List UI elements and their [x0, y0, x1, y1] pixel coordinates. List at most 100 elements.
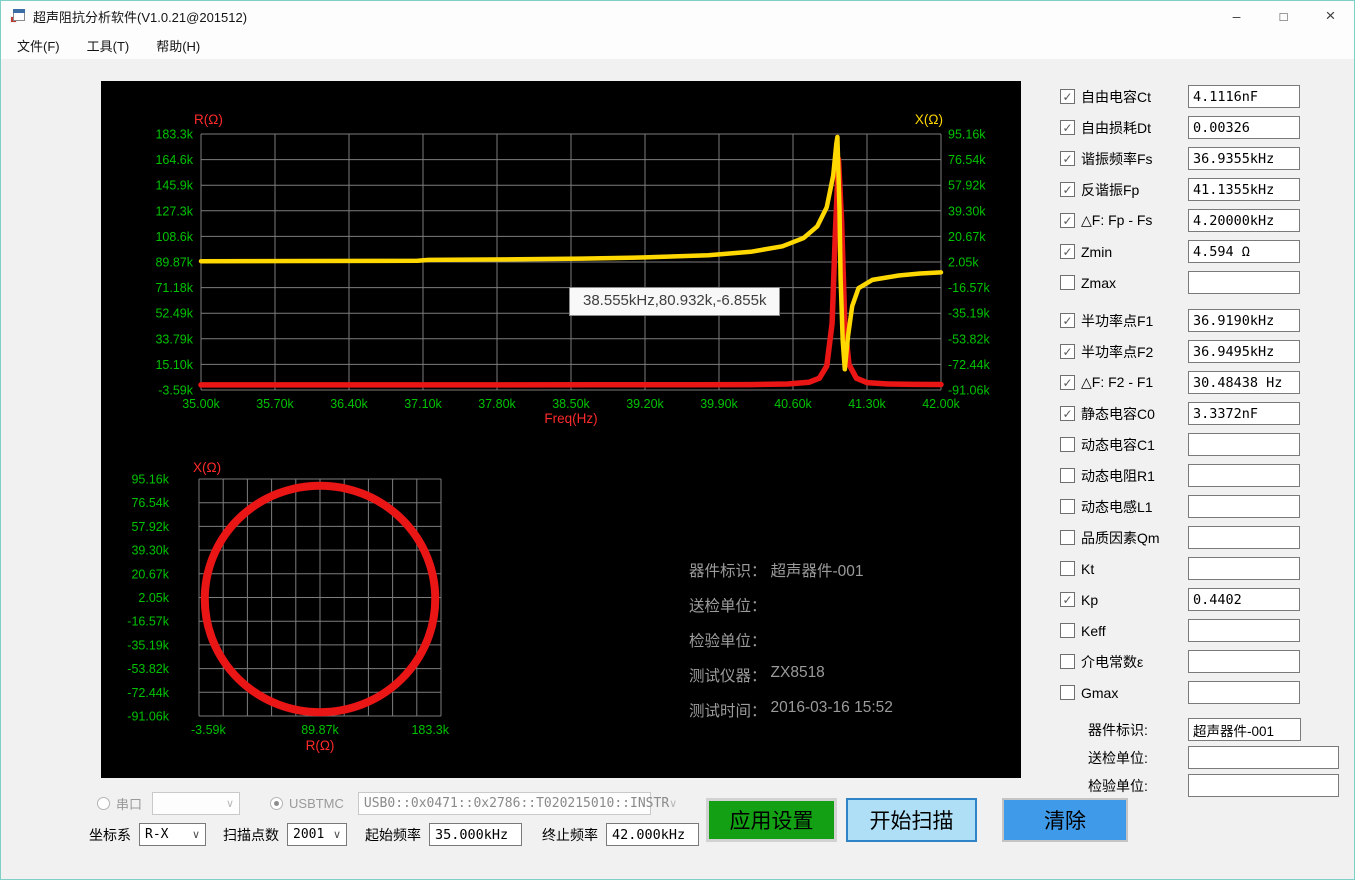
measurement-value-input[interactable]: 4.20000kHz	[1188, 209, 1300, 232]
measurement-checkbox[interactable]: ✓	[1060, 592, 1075, 607]
measurement-checkbox[interactable]: ✓	[1060, 89, 1075, 104]
left-axis-tick: -3.59k	[158, 384, 193, 398]
rx-y-tick: -16.57k	[127, 615, 169, 629]
measurement-row: ✓Kp0.4402	[1047, 584, 1352, 615]
measurement-row: ✓半功率点F136.9190kHz	[1047, 305, 1352, 336]
titlebar: 超声阻抗分析软件(V1.0.21@201512) – □ ×	[1, 1, 1354, 31]
measurement-checkbox[interactable]	[1060, 468, 1075, 483]
measurement-value-input[interactable]: 4.1116nF	[1188, 85, 1300, 108]
id-field-input[interactable]: 超声器件-001	[1188, 718, 1301, 741]
measurement-checkbox[interactable]	[1060, 685, 1075, 700]
usbtmc-address-value: USB0::0x0471::0x2786::T020215010::INSTR	[364, 796, 669, 811]
rx-y-tick: -53.82k	[127, 662, 169, 676]
rx-y-tick: -72.44k	[127, 686, 169, 700]
measurement-label: 自由电容Ct	[1081, 87, 1151, 107]
measurement-value-input[interactable]: 41.1355kHz	[1188, 178, 1300, 201]
left-axis-tick: 71.18k	[155, 281, 193, 295]
serial-port-select[interactable]: ∨	[152, 792, 240, 815]
coordinate-label: 坐标系	[89, 825, 131, 845]
measurement-value-input[interactable]	[1188, 526, 1300, 549]
measurement-label: 静态电容C0	[1081, 404, 1155, 424]
serial-radio[interactable]	[97, 797, 110, 810]
measurement-checkbox[interactable]: ✓	[1060, 313, 1075, 328]
measurement-value-input[interactable]	[1188, 619, 1300, 642]
device-info-line: 器件标识：超声器件-001	[689, 559, 893, 594]
stop-frequency-input[interactable]: 42.000kHz	[606, 823, 699, 846]
measurement-checkbox[interactable]: ✓	[1060, 344, 1075, 359]
start-frequency-input[interactable]: 35.000kHz	[429, 823, 522, 846]
close-button[interactable]: ×	[1307, 1, 1354, 31]
measurement-value-input[interactable]	[1188, 650, 1300, 673]
measurement-checkbox[interactable]	[1060, 499, 1075, 514]
measurement-row: ✓谐振频率Fs36.9355kHz	[1047, 143, 1352, 174]
measurement-value-input[interactable]: 0.4402	[1188, 588, 1300, 611]
measurement-checkbox[interactable]: ✓	[1060, 406, 1075, 421]
measurement-value-input[interactable]: 30.48438 Hz	[1188, 371, 1300, 394]
measurement-checkbox[interactable]	[1060, 530, 1075, 545]
measurement-checkbox[interactable]: ✓	[1060, 244, 1075, 259]
window-title: 超声阻抗分析软件(V1.0.21@201512)	[33, 7, 247, 26]
measurement-row: Gmax	[1047, 677, 1352, 708]
measurement-checkbox[interactable]: ✓	[1060, 120, 1075, 135]
usbtmc-address-select[interactable]: USB0::0x0471::0x2786::T020215010::INSTR …	[358, 792, 651, 815]
start-frequency-label: 起始频率	[365, 825, 421, 845]
measurement-value-input[interactable]	[1188, 557, 1300, 580]
measurement-value-input[interactable]: 0.00326	[1188, 116, 1300, 139]
minimize-button[interactable]: –	[1213, 1, 1260, 31]
measurement-value-input[interactable]	[1188, 433, 1300, 456]
measurement-row: 动态电阻R1	[1047, 460, 1352, 491]
usbtmc-radio[interactable]	[270, 797, 283, 810]
right-axis-tick: -16.57k	[948, 281, 990, 295]
id-field-input[interactable]	[1188, 746, 1339, 769]
id-field-input[interactable]	[1188, 774, 1339, 797]
measurement-checkbox[interactable]	[1060, 437, 1075, 452]
chevron-down-icon: ∨	[192, 828, 200, 841]
id-field-row: 检验单位:	[1047, 772, 1352, 800]
measurement-value-input[interactable]	[1188, 271, 1300, 294]
device-info-line: 送检单位：	[689, 594, 893, 629]
left-axis-tick: 108.6k	[155, 230, 193, 244]
chevron-down-icon: ∨	[333, 828, 341, 841]
measurement-checkbox[interactable]: ✓	[1060, 182, 1075, 197]
measurement-value-input[interactable]	[1188, 681, 1300, 704]
measurement-checkbox[interactable]	[1060, 561, 1075, 576]
measurement-row: 介电常数ε	[1047, 646, 1352, 677]
rx-x-axis-title: R(Ω)	[306, 738, 335, 753]
start-scan-button[interactable]: 开始扫描	[846, 798, 977, 842]
measurement-value-input[interactable]: 4.594 Ω	[1188, 240, 1300, 263]
menubar: 文件(F) 工具(T) 帮助(H)	[1, 31, 1354, 59]
measurement-checkbox[interactable]	[1060, 654, 1075, 669]
measurement-checkbox[interactable]: ✓	[1060, 213, 1075, 228]
measurement-row: ✓自由损耗Dt0.00326	[1047, 112, 1352, 143]
left-axis-tick: 52.49k	[155, 307, 193, 321]
right-axis-tick: 76.54k	[948, 153, 986, 167]
measurement-value-input[interactable]: 36.9495kHz	[1188, 340, 1300, 363]
device-info-line: 测试仪器：ZX8518	[689, 664, 893, 699]
measurement-row: Zmax	[1047, 267, 1352, 298]
measurement-row: ✓Zmin4.594 Ω	[1047, 236, 1352, 267]
rx-y-tick: 2.05k	[138, 591, 169, 605]
measurement-value-input[interactable]	[1188, 464, 1300, 487]
measurement-value-input[interactable]: 3.3372nF	[1188, 402, 1300, 425]
measurement-row: 动态电容C1	[1047, 429, 1352, 460]
right-axis-tick: 57.92k	[948, 179, 986, 193]
coordinate-select[interactable]: R-X ∨	[139, 823, 206, 846]
measurement-row: ✓半功率点F236.9495kHz	[1047, 336, 1352, 367]
menu-tools[interactable]: 工具(T)	[77, 32, 140, 59]
measurement-checkbox[interactable]: ✓	[1060, 151, 1075, 166]
measurement-checkbox[interactable]	[1060, 623, 1075, 638]
measurement-checkbox[interactable]: ✓	[1060, 375, 1075, 390]
clear-button[interactable]: 清除	[1002, 798, 1128, 842]
measurement-value-input[interactable]: 36.9190kHz	[1188, 309, 1300, 332]
measurement-value-input[interactable]: 36.9355kHz	[1188, 147, 1300, 170]
maximize-button[interactable]: □	[1260, 1, 1307, 31]
measurement-label: 动态电阻R1	[1081, 466, 1155, 486]
points-select[interactable]: 2001 ∨	[287, 823, 347, 846]
chevron-down-icon: ∨	[226, 797, 234, 810]
menu-help[interactable]: 帮助(H)	[146, 32, 210, 59]
measurement-checkbox[interactable]	[1060, 275, 1075, 290]
measurement-value-input[interactable]	[1188, 495, 1300, 518]
menu-file[interactable]: 文件(F)	[7, 32, 70, 59]
apply-settings-button[interactable]: 应用设置	[706, 798, 837, 842]
points-value: 2001	[293, 827, 324, 842]
